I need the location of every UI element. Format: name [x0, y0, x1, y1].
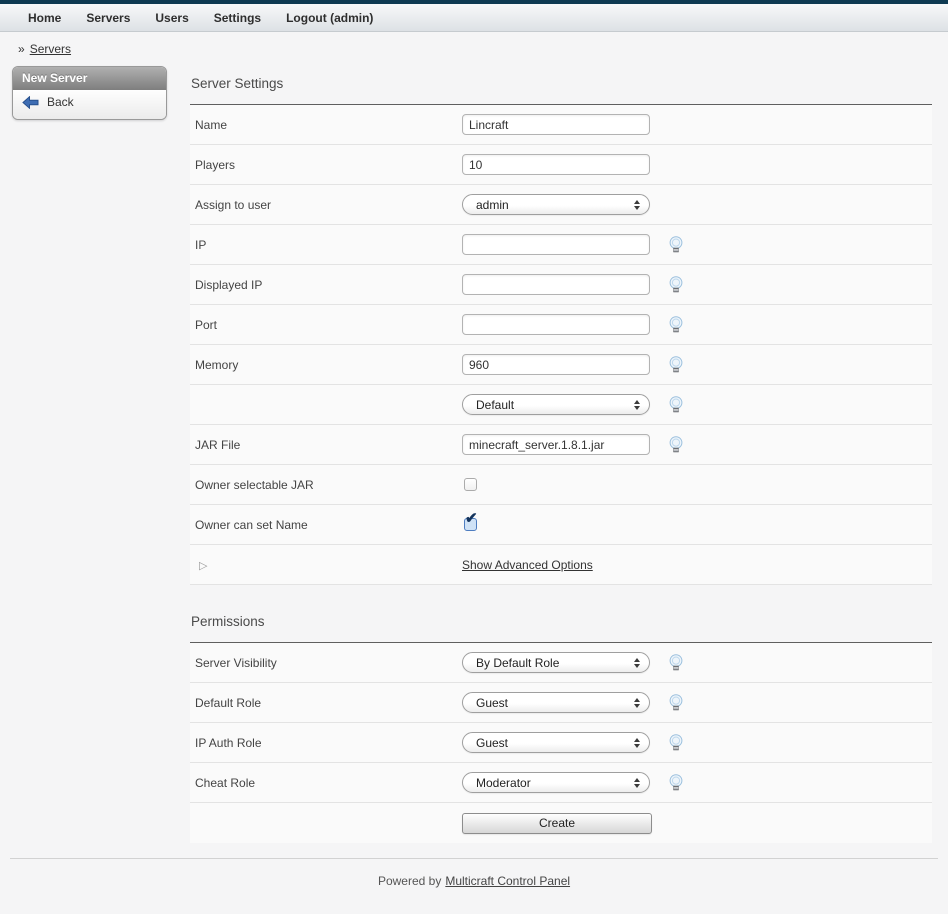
field-label: Owner can set Name: [195, 518, 462, 532]
field-label: Memory: [195, 358, 462, 372]
field-label: Assign to user: [195, 198, 462, 212]
form-row: Assign to user admin: [190, 185, 932, 225]
checkmark-icon: ✔: [465, 511, 478, 526]
field-label: Default Role: [195, 696, 462, 710]
sidebar-panel: New Server Back: [12, 66, 167, 120]
form-row: Players: [190, 145, 932, 185]
footer-text: Powered by: [378, 874, 441, 888]
footer: Powered by Multicraft Control Panel: [10, 858, 938, 914]
lightbulb-icon[interactable]: [669, 734, 683, 751]
form-row: Default Role Guest: [190, 683, 932, 723]
field-label: IP Auth Role: [195, 736, 462, 750]
select-value: By Default Role: [476, 656, 559, 670]
footer-link[interactable]: Multicraft Control Panel: [445, 874, 570, 888]
select-stepper-icon: [634, 738, 640, 748]
breadcrumb-link-servers[interactable]: Servers: [30, 42, 71, 56]
nav-item-users[interactable]: Users: [155, 11, 188, 25]
form-row: Cheat Role Moderator: [190, 763, 932, 803]
field-label: Players: [195, 158, 462, 172]
jar-type-select[interactable]: Default: [462, 394, 650, 415]
form-row: Name: [190, 105, 932, 145]
lightbulb-icon[interactable]: [669, 276, 683, 293]
field-label: Name: [195, 118, 462, 132]
form-row: Owner selectable JAR: [190, 465, 932, 505]
ip-auth-role-select[interactable]: Guest: [462, 732, 650, 753]
nav-item-settings[interactable]: Settings: [214, 11, 261, 25]
owner-selectable-jar-checkbox[interactable]: [464, 478, 477, 491]
select-value: Moderator: [476, 776, 531, 790]
cheat-role-select[interactable]: Moderator: [462, 772, 650, 793]
lightbulb-icon[interactable]: [669, 396, 683, 413]
back-label: Back: [47, 95, 74, 109]
form-row: Server Visibility By Default Role: [190, 643, 932, 683]
create-row: Create: [190, 803, 932, 843]
select-stepper-icon: [634, 658, 640, 668]
jar-file-input[interactable]: [462, 434, 650, 455]
field-label: Displayed IP: [195, 278, 462, 292]
lightbulb-icon[interactable]: [669, 316, 683, 333]
select-stepper-icon: [634, 698, 640, 708]
lightbulb-icon[interactable]: [669, 356, 683, 373]
breadcrumb: » Servers: [0, 32, 948, 56]
select-value: admin: [476, 198, 509, 212]
sidebar-title: New Server: [13, 67, 166, 90]
owner-can-set-name-checkbox[interactable]: ✔: [464, 518, 477, 531]
expand-triangle-icon[interactable]: ▷: [199, 560, 207, 572]
select-stepper-icon: [634, 400, 640, 410]
field-label: Owner selectable JAR: [195, 478, 462, 492]
form-row: Displayed IP: [190, 265, 932, 305]
select-value: Guest: [476, 736, 508, 750]
select-value: Default: [476, 398, 514, 412]
ip-input[interactable]: [462, 234, 650, 255]
section-title: Permissions: [190, 585, 932, 643]
select-stepper-icon: [634, 778, 640, 788]
field-label: Cheat Role: [195, 776, 462, 790]
lightbulb-icon[interactable]: [669, 654, 683, 671]
form-row: IP Auth Role Guest: [190, 723, 932, 763]
form-row: Memory: [190, 345, 932, 385]
nav-item-logout[interactable]: Logout (admin): [286, 11, 373, 25]
lightbulb-icon[interactable]: [669, 694, 683, 711]
server-visibility-select[interactable]: By Default Role: [462, 652, 650, 673]
players-input[interactable]: [462, 154, 650, 175]
form-row: Port: [190, 305, 932, 345]
displayed-ip-input[interactable]: [462, 274, 650, 295]
select-value: Guest: [476, 696, 508, 710]
create-button[interactable]: Create: [462, 813, 652, 834]
field-label: Port: [195, 318, 462, 332]
assign-to-user-select[interactable]: admin: [462, 194, 650, 215]
breadcrumb-marker: »: [18, 42, 25, 56]
lightbulb-icon[interactable]: [669, 774, 683, 791]
name-input[interactable]: [462, 114, 650, 135]
form-row: JAR File: [190, 425, 932, 465]
default-role-select[interactable]: Guest: [462, 692, 650, 713]
form-row: Owner can set Name✔: [190, 505, 932, 545]
section-server-settings: Server Settings Name Players Assign to use…: [190, 56, 932, 585]
back-button[interactable]: Back: [22, 95, 74, 109]
show-advanced-link[interactable]: Show Advanced Options: [462, 558, 593, 572]
form-row: Default: [190, 385, 932, 425]
lightbulb-icon[interactable]: [669, 436, 683, 453]
back-arrow-icon: [22, 96, 39, 109]
main-nav: Home Servers Users Settings Logout (admin): [0, 4, 948, 32]
field-label: IP: [195, 238, 462, 252]
port-input[interactable]: [462, 314, 650, 335]
nav-item-servers[interactable]: Servers: [86, 11, 130, 25]
memory-input[interactable]: [462, 354, 650, 375]
section-permissions: Permissions Server Visibility By Default …: [190, 585, 932, 803]
nav-item-home[interactable]: Home: [28, 11, 61, 25]
section-title: Server Settings: [190, 56, 932, 105]
select-stepper-icon: [634, 200, 640, 210]
lightbulb-icon[interactable]: [669, 236, 683, 253]
field-label: Server Visibility: [195, 656, 462, 670]
form-row: IP: [190, 225, 932, 265]
form-row: ▷ Show Advanced Options: [190, 545, 932, 585]
field-label: JAR File: [195, 438, 462, 452]
